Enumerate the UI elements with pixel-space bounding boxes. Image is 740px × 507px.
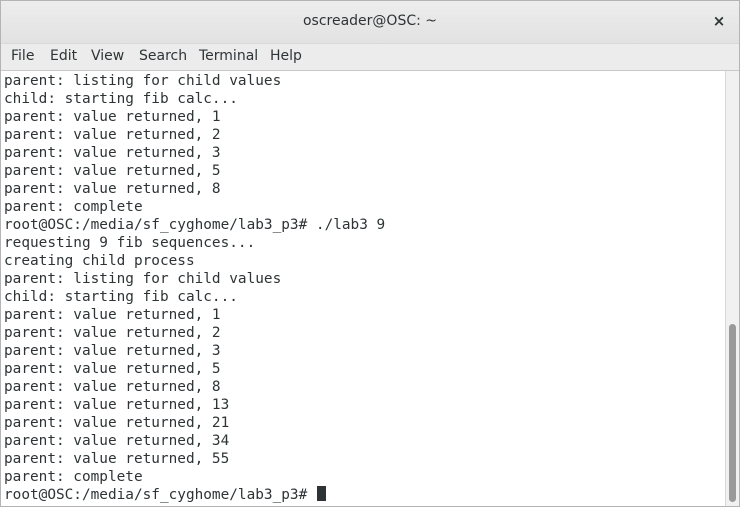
terminal-line: parent: value returned, 5 xyxy=(4,361,221,377)
window-title: oscreader@OSC: ~ xyxy=(302,13,438,29)
terminal-line: parent: value returned, 1 xyxy=(4,307,221,323)
menu-help[interactable]: Help xyxy=(270,48,302,64)
terminal-output[interactable]: parent: listing for child values child: … xyxy=(1,71,725,506)
terminal-line: parent: value returned, 2 xyxy=(4,325,221,341)
terminal-window: oscreader@OSC: ~ × File Edit View Search… xyxy=(0,0,740,507)
terminal-line: parent: value returned, 3 xyxy=(4,343,221,359)
terminal-line: parent: value returned, 8 xyxy=(4,379,221,395)
prompt-line[interactable]: root@OSC:/media/sf_cyghome/lab3_p3# xyxy=(4,486,326,504)
terminal-line: child: starting fib calc... xyxy=(4,289,238,305)
terminal-line: root@OSC:/media/sf_cyghome/lab3_p3# ./la… xyxy=(4,217,386,233)
menu-search[interactable]: Search xyxy=(139,48,187,64)
terminal-line: parent: value returned, 21 xyxy=(4,415,230,431)
terminal-line: child: starting fib calc... xyxy=(4,91,238,107)
terminal-line: parent: complete xyxy=(4,469,143,485)
terminal-line: parent: value returned, 5 xyxy=(4,163,221,179)
terminal-line: parent: listing for child values xyxy=(4,271,282,287)
menu-terminal[interactable]: Terminal xyxy=(199,48,258,64)
title-bar[interactable]: oscreader@OSC: ~ × xyxy=(1,1,739,44)
menu-file[interactable]: File xyxy=(11,48,34,64)
menu-bar: File Edit View Search Terminal Help xyxy=(1,44,739,71)
close-icon[interactable]: × xyxy=(709,11,729,31)
menu-view[interactable]: View xyxy=(91,48,124,64)
vertical-scrollbar[interactable] xyxy=(725,71,739,506)
terminal-line: parent: value returned, 13 xyxy=(4,397,230,413)
terminal-line: requesting 9 fib sequences... xyxy=(4,235,256,251)
menu-edit[interactable]: Edit xyxy=(50,48,77,64)
terminal-line: parent: value returned, 2 xyxy=(4,127,221,143)
terminal-line: parent: listing for child values xyxy=(4,73,282,89)
terminal-line: parent: value returned, 3 xyxy=(4,145,221,161)
prompt-text: root@OSC:/media/sf_cyghome/lab3_p3# xyxy=(4,487,316,503)
terminal-line: parent: complete xyxy=(4,199,143,215)
terminal-line: parent: value returned, 8 xyxy=(4,181,221,197)
scrollbar-thumb[interactable] xyxy=(729,324,736,502)
terminal-line: parent: value returned, 55 xyxy=(4,451,230,467)
cursor-icon xyxy=(316,486,326,501)
terminal-line: creating child process xyxy=(4,253,195,269)
terminal-line: parent: value returned, 1 xyxy=(4,109,221,125)
terminal-line: parent: value returned, 34 xyxy=(4,433,230,449)
